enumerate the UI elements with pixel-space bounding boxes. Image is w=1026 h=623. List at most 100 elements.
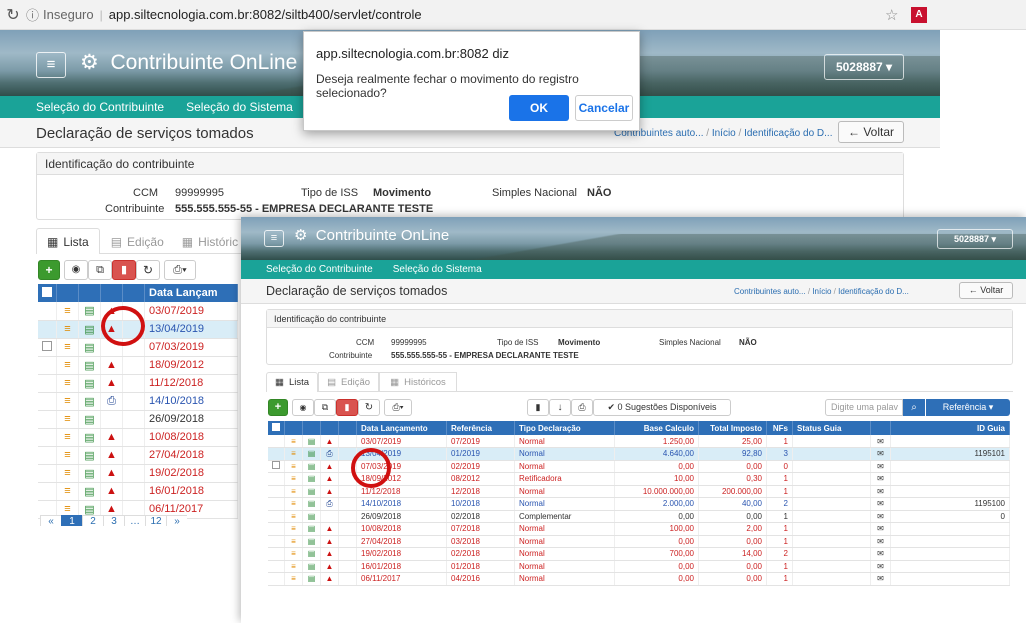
table-row[interactable]: ≡ ▤ ▲ 10/08/2018 07/2018 Normal 100,00 2,00 1 ✉ [268, 522, 1010, 536]
download-button[interactable]: ↓ [549, 399, 571, 416]
lock-icon[interactable]: ▲ [320, 572, 339, 586]
nav-selecao-contribuinte[interactable]: Seleção do Contribuinte [36, 100, 164, 114]
table-row[interactable]: ≡ ▤ ▲ 16/01/2018 01/2018 Normal 0,00 0,00 1 ✉ [268, 560, 1010, 573]
calculator-icon[interactable]: ▤ [78, 374, 101, 393]
envelope-icon[interactable]: ✉ [870, 435, 891, 448]
envelope-icon[interactable]: ✉ [870, 572, 891, 586]
bookmark-star-icon[interactable]: ☆ [885, 6, 898, 24]
calculator-icon[interactable]: ▤ [78, 320, 101, 339]
lock-icon[interactable]: ▲ [100, 464, 123, 483]
row-checkbox-cell[interactable] [38, 320, 57, 339]
table-row[interactable]: ≡ ▤ ▲ 11/12/2018 12/2018 Normal 10.000.000,00 2… [268, 485, 1010, 498]
page-button[interactable]: 12 [145, 515, 167, 526]
tab-historicos[interactable]: ▦ Históricos [379, 372, 457, 392]
row-checkbox-cell[interactable] [38, 482, 57, 501]
page-prev[interactable]: « [40, 515, 62, 526]
calculator-icon[interactable]: ▤ [78, 428, 101, 447]
row-checkbox-cell[interactable] [268, 497, 285, 511]
page-next[interactable]: » [166, 515, 187, 526]
row-checkbox-cell[interactable] [38, 464, 57, 483]
row-checkbox-cell[interactable] [268, 460, 285, 473]
row-checkbox-cell[interactable] [38, 392, 57, 411]
table-row[interactable]: ≡ ▤ ⎙ 14/10/2018 [38, 392, 238, 411]
breadcrumb-item[interactable]: Início [812, 287, 831, 296]
table-row[interactable]: ≡ ▤ ▲ 10/08/2018 [38, 428, 238, 447]
refresh-button[interactable]: ↻ [136, 260, 160, 280]
list-icon[interactable]: ≡ [56, 428, 79, 447]
calculator-icon[interactable]: ▤ [302, 572, 321, 586]
column-header[interactable]: Referência [446, 421, 515, 435]
column-header[interactable]: Total Imposto [698, 421, 767, 435]
row-checkbox-cell[interactable] [268, 435, 285, 448]
tab-edicao[interactable]: ▤ Edição [100, 228, 175, 254]
list-icon[interactable]: ≡ [56, 410, 79, 429]
envelope-icon[interactable]: ✉ [870, 485, 891, 498]
table-row[interactable]: ≡ ▤ ▲ 06/11/2017 04/2016 Normal 0,00 0,00 1 ✉ [268, 572, 1010, 586]
column-header[interactable]: ID Guia [890, 421, 1010, 435]
lock-icon[interactable]: ▲ [320, 472, 339, 486]
row-checkbox-cell[interactable] [268, 510, 285, 523]
referencia-dropdown[interactable]: Referência ▾ [926, 399, 1010, 416]
nav-selecao-sistema[interactable]: Seleção do Sistema [393, 264, 482, 275]
calculator-icon[interactable]: ▤ [302, 460, 321, 473]
table-row[interactable]: ≡ ▤ 26/09/2018 02/2018 Complementar 0,00 0,00 1… [268, 510, 1010, 523]
row-checkbox-cell[interactable] [268, 535, 285, 548]
print-button[interactable]: ⎙ [571, 399, 593, 416]
back-button[interactable]: ← Voltar [838, 121, 904, 143]
envelope-icon[interactable]: ✉ [870, 535, 891, 548]
row-checkbox-cell[interactable] [38, 338, 57, 357]
print-icon[interactable]: ⎙ [100, 392, 123, 411]
lock-icon[interactable]: ▲ [100, 446, 123, 465]
list-icon[interactable]: ≡ [284, 547, 303, 561]
row-checkbox-cell[interactable] [268, 572, 285, 586]
row-checkbox-cell[interactable] [268, 560, 285, 573]
pdf-extension-icon[interactable]: A [911, 7, 927, 23]
lock-button[interactable]: ▮ [336, 399, 358, 416]
row-checkbox-cell[interactable] [38, 446, 57, 465]
calculator-icon[interactable]: ▤ [302, 435, 321, 448]
document-button[interactable]: ▮ [527, 399, 549, 416]
lock-icon[interactable]: ▲ [100, 428, 123, 447]
copy-button[interactable]: ⧉ [314, 399, 336, 416]
list-icon[interactable]: ≡ [56, 446, 79, 465]
row-checkbox-cell[interactable] [268, 485, 285, 498]
select-all-checkbox[interactable] [272, 423, 280, 431]
column-header[interactable]: Tipo Declaração [514, 421, 615, 435]
table-row[interactable]: ≡ ▤ ⎙ 14/10/2018 10/2018 Normal 2.000,00 40,00 2… [268, 497, 1010, 511]
calculator-icon[interactable]: ▤ [78, 464, 101, 483]
column-header-data[interactable]: Data Lançam [144, 284, 238, 302]
lock-icon[interactable]: ▲ [320, 460, 339, 473]
row-checkbox-cell[interactable] [38, 356, 57, 375]
list-icon[interactable]: ≡ [56, 302, 79, 321]
row-checkbox-cell[interactable] [38, 428, 57, 447]
list-icon[interactable]: ≡ [284, 497, 303, 511]
row-checkbox[interactable] [272, 461, 280, 470]
reload-icon[interactable]: ↻ [0, 5, 26, 25]
page-button[interactable]: 3 [103, 515, 125, 526]
column-header[interactable]: Status Guia [792, 421, 871, 435]
list-icon[interactable]: ≡ [56, 374, 79, 393]
page-button[interactable]: 2 [82, 515, 104, 526]
list-icon[interactable]: ≡ [56, 392, 79, 411]
envelope-icon[interactable]: ✉ [870, 547, 891, 561]
calculator-icon[interactable]: ▤ [302, 447, 321, 461]
envelope-icon[interactable]: ✉ [870, 522, 891, 536]
lock-icon[interactable]: ▲ [320, 485, 339, 498]
calculator-icon[interactable]: ▤ [78, 446, 101, 465]
tab-historicos[interactable]: ▦ Históric [175, 228, 245, 254]
view-button[interactable]: ◉ [292, 399, 314, 416]
select-all-checkbox[interactable] [42, 286, 52, 297]
column-header[interactable]: NFs [766, 421, 793, 435]
envelope-icon[interactable]: ✉ [870, 447, 891, 461]
table-row[interactable]: ≡ ▤ 26/09/2018 [38, 410, 238, 429]
lock-icon[interactable]: ▲ [100, 482, 123, 501]
list-icon[interactable]: ≡ [56, 320, 79, 339]
breadcrumb-item[interactable]: Identificação do D... [838, 287, 909, 296]
list-icon[interactable]: ≡ [56, 356, 79, 375]
lock-icon[interactable]: ▲ [320, 535, 339, 548]
row-checkbox-cell[interactable] [38, 410, 57, 429]
select-all-header[interactable] [38, 284, 57, 302]
lock-icon[interactable]: ▲ [100, 374, 123, 393]
print-menu-button[interactable]: ⎙▾ [164, 260, 196, 280]
nav-selecao-sistema[interactable]: Seleção do Sistema [186, 100, 293, 114]
